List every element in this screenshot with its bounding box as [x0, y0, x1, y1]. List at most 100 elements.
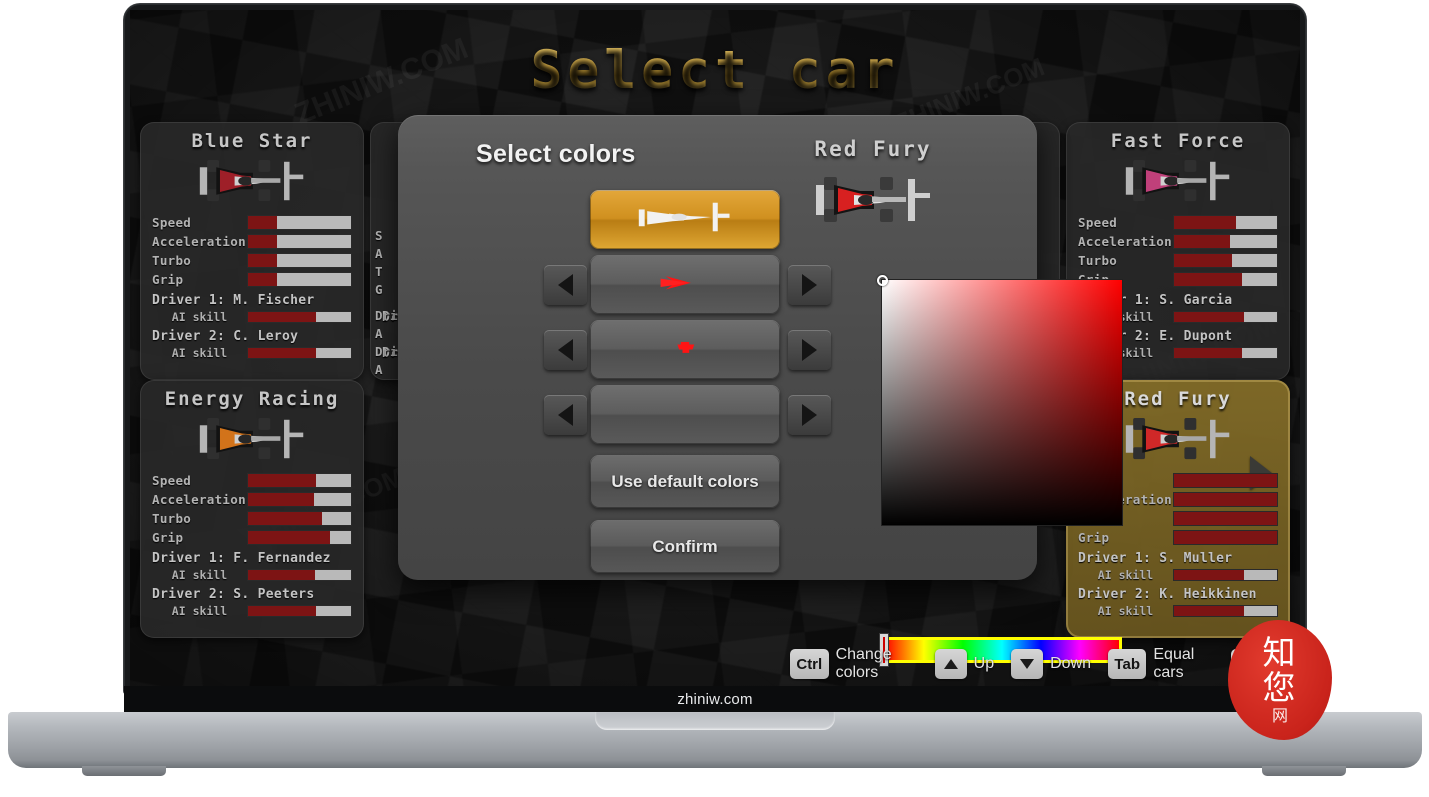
occluded-stat-label: S	[375, 228, 383, 243]
car-stats: Speed Acceleration Turbo Grip	[152, 472, 352, 546]
car-name: Energy Racing	[164, 388, 340, 410]
stat-row: Turbo	[152, 252, 352, 269]
right-triangle-icon	[802, 339, 817, 361]
picker-cursor[interactable]	[877, 275, 888, 286]
preview-car-icon	[743, 167, 1003, 233]
ai-skill-row: AI skill	[152, 604, 352, 618]
stat-label: Speed	[152, 215, 192, 230]
hint-key-down-arrow-icon[interactable]	[1011, 649, 1044, 679]
car-name: Blue Star	[191, 130, 313, 152]
ai-skill-bar	[1173, 605, 1278, 617]
hint-key-Tab[interactable]: Tab	[1108, 649, 1147, 679]
ai-skill-row: AI skill	[152, 346, 352, 360]
ai-skill-bar	[247, 605, 352, 617]
occluded-stat-label: A	[375, 326, 383, 341]
car-top-view-icon	[199, 417, 304, 460]
ai-skill-row: AI skill	[1078, 604, 1278, 618]
driver-name: Driver 1: F. Fernandez	[152, 551, 331, 566]
prev-color-button-wing[interactable]	[544, 265, 587, 305]
ai-skill-label: AI skill	[171, 310, 228, 324]
page-title: Select car	[130, 40, 1300, 101]
select-colors-dialog: Select colors Red Fury Use default color…	[398, 115, 1122, 667]
color-swatch-detail-color[interactable]	[590, 320, 780, 379]
hint-key-Ctrl[interactable]: Ctrl	[790, 649, 829, 679]
prev-color-button-detail[interactable]	[544, 330, 587, 370]
car-preview	[152, 152, 352, 210]
ai-skill-label: AI skill	[171, 346, 228, 360]
occluded-stat-label: G	[375, 282, 383, 297]
stat-label: Grip	[152, 272, 184, 287]
stat-row: Speed	[152, 214, 352, 231]
occluded-stat-label: Dri	[375, 344, 398, 359]
stat-bar	[1173, 473, 1278, 488]
stat-bar	[247, 530, 352, 545]
driver-name: Driver 2: S. Peeters	[152, 587, 315, 602]
ai-skill-row: AI skill	[1078, 568, 1278, 582]
stat-label: Turbo	[152, 511, 192, 526]
stat-bar	[247, 492, 352, 507]
left-triangle-icon	[558, 404, 573, 426]
color-swatch-wing-color[interactable]	[590, 255, 780, 314]
car-panel-energy-racing[interactable]: Energy Racing Speed Acceleration Turbo G…	[140, 380, 364, 638]
car-stats: Speed Acceleration Turbo Grip	[152, 214, 352, 288]
occluded-stat-label: A	[375, 246, 383, 261]
ai-skill-row: AI skill	[152, 568, 352, 582]
ai-skill-bar	[1173, 347, 1278, 359]
hint-key-up-arrow-icon[interactable]	[934, 649, 967, 679]
game-screen: ZHINIW.COM ZHINIW.COM ZHINIW.COM ZHINIW.…	[130, 10, 1300, 686]
hint-label: Down	[1050, 655, 1092, 672]
car-extra-icon	[630, 391, 740, 438]
hint-label: Equal cars	[1153, 646, 1195, 681]
occluded-stat-label: Dri	[375, 308, 398, 323]
hint-label: Change colors	[835, 646, 892, 681]
car-preview	[152, 410, 352, 468]
ai-skill-bar	[1173, 311, 1278, 323]
left-triangle-icon	[558, 274, 573, 296]
occluded-stat-label: T	[375, 264, 383, 279]
next-color-button-wing[interactable]	[788, 265, 831, 305]
next-color-button-detail[interactable]	[788, 330, 831, 370]
car-top-view-icon	[1125, 417, 1230, 460]
laptop-frame: ZHINIW.COM ZHINIW.COM ZHINIW.COM ZHINIW.…	[0, 0, 1429, 797]
car-body-icon	[630, 196, 740, 243]
stat-label: Turbo	[152, 253, 192, 268]
stat-bar	[1173, 234, 1278, 249]
right-triangle-icon	[802, 404, 817, 426]
next-color-button-extra[interactable]	[788, 395, 831, 435]
stat-label: Speed	[1078, 215, 1118, 230]
color-swatch-body-color[interactable]	[590, 190, 780, 249]
stat-row: Acceleration	[1078, 233, 1278, 250]
ai-skill-bar	[247, 569, 352, 581]
stat-row: Grip	[1078, 529, 1278, 546]
prev-color-button-extra[interactable]	[544, 395, 587, 435]
stat-bar	[247, 234, 352, 249]
color-swatch-extra-color[interactable]	[590, 385, 780, 444]
ai-skill-label: AI skill	[1097, 568, 1154, 582]
stat-label: Acceleration	[152, 492, 246, 507]
stat-label: Turbo	[1078, 253, 1118, 268]
stat-row: Speed	[1078, 214, 1278, 231]
stat-label: Acceleration	[152, 234, 246, 249]
stat-bar	[1173, 253, 1278, 268]
down-arrow-icon	[1020, 659, 1035, 669]
ai-skill-bar	[247, 311, 352, 323]
seal-char-3: 网	[1271, 706, 1288, 725]
stat-bar	[247, 215, 352, 230]
car-panel-blue-star[interactable]: Blue Star Speed Acceleration Turbo Grip …	[140, 122, 364, 380]
use-default-colors-button[interactable]: Use default colors	[590, 455, 780, 508]
stat-bar	[1173, 511, 1278, 526]
watermark-seal: 知 您 网	[1228, 620, 1332, 740]
left-triangle-icon	[558, 339, 573, 361]
confirm-button[interactable]: Confirm	[590, 520, 780, 573]
preview-car-name: Red Fury	[814, 137, 932, 161]
laptop-base	[8, 712, 1422, 768]
ai-skill-row: AI skill	[152, 310, 352, 324]
laptop-foot-right	[1262, 766, 1346, 776]
stat-bar	[247, 511, 352, 526]
up-arrow-icon	[943, 659, 958, 669]
hint-label: Up	[973, 655, 995, 672]
ai-skill-label: AI skill	[171, 568, 228, 582]
saturation-value-picker[interactable]	[882, 280, 1122, 525]
stat-row: Speed	[152, 472, 352, 489]
stat-bar	[247, 473, 352, 488]
